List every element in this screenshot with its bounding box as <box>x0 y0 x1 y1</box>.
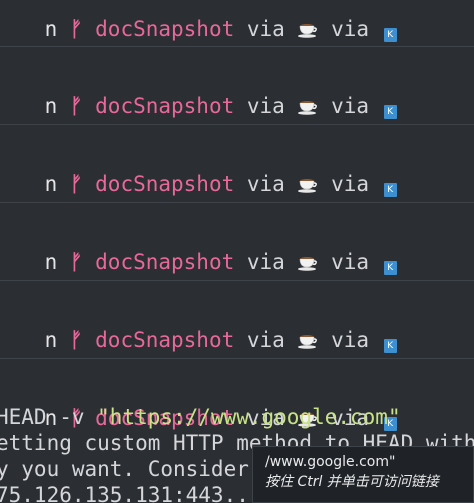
prompt-line: n ᚠ docSnapshot via via K <box>0 301 397 353</box>
via-label: via <box>246 17 285 41</box>
kotlin-badge-icon: K <box>383 28 397 42</box>
kotlin-badge-icon: K <box>383 339 397 353</box>
kotlin-badge-icon: K <box>383 105 397 119</box>
via-label: via <box>246 94 285 118</box>
via-label: via <box>331 250 370 274</box>
via-label: via <box>246 172 285 196</box>
kotlin-badge-icon: K <box>383 183 397 197</box>
directory-name: docSnapshot <box>95 17 235 41</box>
git-branch-icon: ᚠ <box>69 328 83 352</box>
prompt-line: n ᚠ docSnapshot via via K <box>0 0 397 42</box>
via-label: via <box>331 94 370 118</box>
prompt-line: n ᚠ docSnapshot via via K <box>0 223 397 275</box>
directory-name: docSnapshot <box>95 172 235 196</box>
via-label: via <box>331 17 370 41</box>
directory-name: docSnapshot <box>95 250 235 274</box>
directory-name: docSnapshot <box>95 94 235 118</box>
link-tooltip: /www.google.com" 按住 Ctrl 并单击可访问链接 <box>252 446 474 503</box>
coffee-cup-icon <box>297 330 318 350</box>
git-branch-icon: ᚠ <box>69 250 83 274</box>
coffee-cup-icon <box>297 252 318 272</box>
prompt-prefix: n <box>44 172 58 196</box>
command-url-link[interactable]: "https://www.google.com" <box>97 405 400 429</box>
output-line: y you want. Consider <box>0 457 249 481</box>
prompt-prefix: n <box>44 94 58 118</box>
output-line: 75.126.135.131:443... <box>0 483 262 503</box>
kotlin-badge-icon: K <box>383 261 397 275</box>
git-branch-icon: ᚠ <box>69 94 83 118</box>
prompt-line: n ᚠ docSnapshot via via K <box>0 67 397 119</box>
prompt-divider <box>0 124 474 125</box>
coffee-cup-icon <box>297 96 318 116</box>
command-text: HEAD -v <box>0 405 98 429</box>
directory-name: docSnapshot <box>95 328 235 352</box>
git-branch-icon: ᚠ <box>69 17 83 41</box>
via-label: via <box>331 172 370 196</box>
via-label: via <box>331 328 370 352</box>
git-branch-icon: ᚠ <box>69 172 83 196</box>
terminal-window[interactable]: n ᚠ docSnapshot via via K n ᚠ docSnapsho… <box>0 0 474 503</box>
via-label: via <box>246 250 285 274</box>
tooltip-hint: 按住 Ctrl 并单击可访问链接 <box>265 474 439 490</box>
prompt-prefix: n <box>44 17 58 41</box>
coffee-cup-icon <box>297 174 318 194</box>
prompt-divider <box>0 280 474 281</box>
via-label: via <box>246 328 285 352</box>
prompt-prefix: n <box>44 250 58 274</box>
prompt-prefix: n <box>44 328 58 352</box>
prompt-divider <box>0 202 474 203</box>
prompt-line: n ᚠ docSnapshot via via K <box>0 145 397 197</box>
prompt-line: n ᚠ docSnapshot via via K <box>0 379 397 431</box>
coffee-cup-icon <box>297 19 318 39</box>
command-line: HEAD -v "https://www.google.com" <box>0 404 401 430</box>
tooltip-url: /www.google.com" <box>265 454 396 470</box>
prompt-divider <box>0 358 474 359</box>
prompt-divider <box>0 46 474 47</box>
